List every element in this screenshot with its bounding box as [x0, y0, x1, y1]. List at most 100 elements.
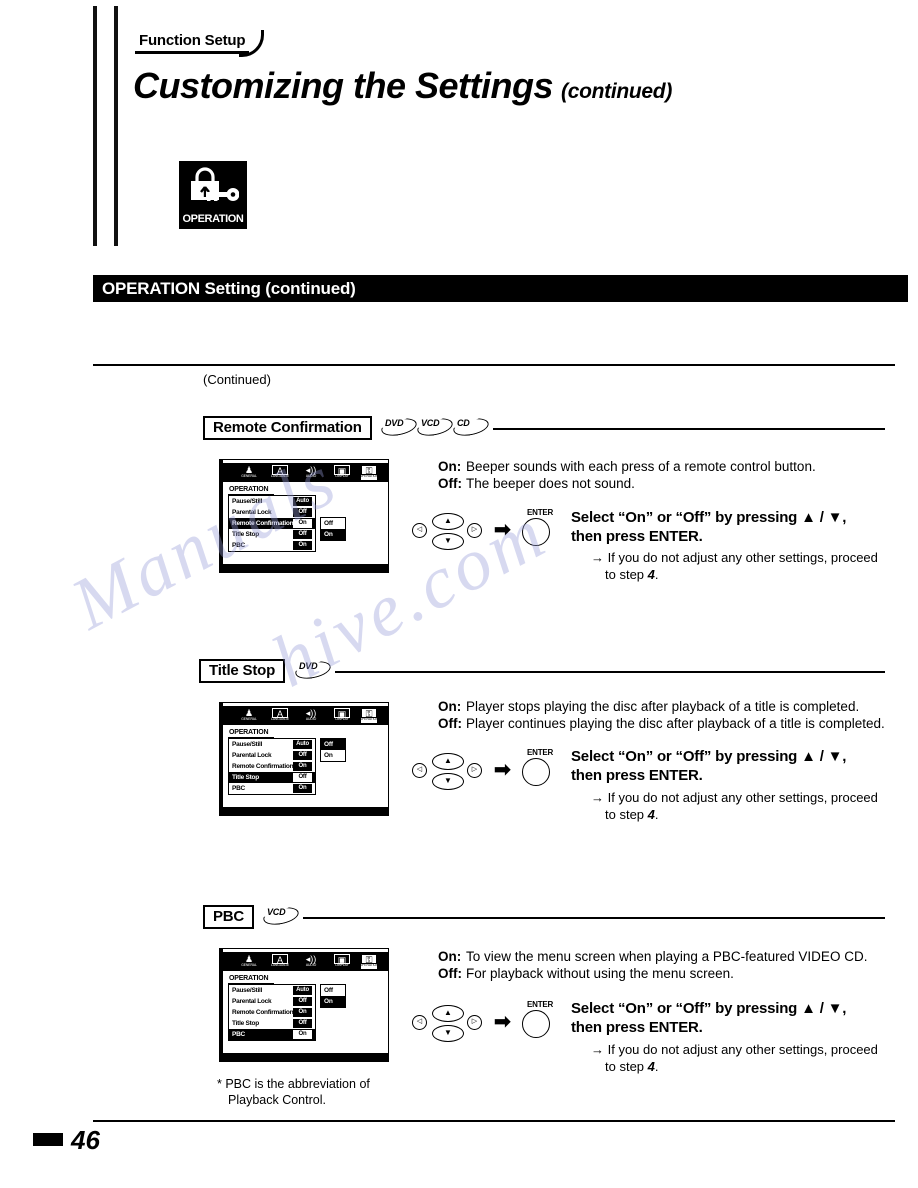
right-arrow-button[interactable]: ▷: [467, 1015, 482, 1030]
osd-popup-options[interactable]: Off On: [320, 984, 346, 1008]
osd-screen-title: OPERATION: [229, 975, 269, 982]
display-icon[interactable]: ▣ DISPLAY: [334, 954, 350, 969]
osd-popup-options[interactable]: Off On: [320, 738, 346, 762]
popup-option-off[interactable]: Off: [321, 985, 345, 996]
osd-settings-list[interactable]: Pause/Still Auto Parental Lock Off Remot…: [228, 495, 316, 552]
page-title-main: Customizing the Settings: [133, 65, 554, 106]
down-arrow-button[interactable]: ▼: [432, 1025, 464, 1042]
instruction-pbc: Select “On” or “Off” by pressing ▲ / ▼, …: [571, 999, 846, 1037]
substep-suffix: .: [654, 567, 659, 582]
general-icon[interactable]: ♟ GENERAL: [241, 465, 257, 480]
substep-suffix: .: [654, 807, 659, 822]
audio-icon[interactable]: ◂)) AUDIO: [303, 465, 319, 480]
osd-row-parental-lock[interactable]: Parental Lock Off: [229, 750, 315, 761]
osd-icon-bar[interactable]: ♟ GENERAL A LANGUAGE ◂)) AUDIO ▣ DISPLAY…: [223, 706, 388, 725]
description-label-on: On:: [438, 949, 462, 964]
osd-settings-list[interactable]: Pause/Still Auto Parental Lock Off Remot…: [228, 738, 316, 795]
substep-pbc: → If you do not adjust any other setting…: [591, 1041, 878, 1075]
left-arrow-button[interactable]: ◁: [412, 1015, 427, 1030]
disc-badge-label: VCD: [267, 907, 286, 917]
osd-row-parental-lock[interactable]: Parental Lock Off: [229, 507, 315, 518]
up-arrow-button[interactable]: ▲: [432, 753, 464, 770]
remote-key-diagram-0: ◁ ▲ ▼ ▷ ➡ ENTER: [412, 508, 562, 554]
up-arrow-button[interactable]: ▲: [432, 513, 464, 530]
operation-icon[interactable]: ⚿ OPERATION: [360, 954, 379, 969]
operation-icon[interactable]: ⚿ OPERATION: [360, 465, 379, 480]
osd-icon-bar[interactable]: ♟ GENERAL A LANGUAGE ◂)) AUDIO ▣ DISPLAY…: [223, 952, 388, 971]
description-off-pbc: Off: For playback without using the menu …: [438, 965, 734, 982]
display-icon[interactable]: ▣ DISPLAY: [334, 708, 350, 723]
osd-row-pause-still[interactable]: Pause/Still Auto: [229, 985, 315, 996]
remote-key-diagram-2: ◁ ▲ ▼ ▷ ➡ ENTER: [412, 1000, 562, 1046]
popup-option-on[interactable]: On: [321, 996, 345, 1007]
osd-row-pause-still[interactable]: Pause/Still Auto: [229, 739, 315, 750]
osd-row-value: Auto: [293, 740, 312, 749]
osd-row-pause-still[interactable]: Pause/Still Auto: [229, 496, 315, 507]
osd-row-value: On: [293, 1008, 312, 1017]
general-icon[interactable]: ♟ GENERAL: [241, 954, 257, 969]
instruction-line-1: Select “On” or “Off” by pressing ▲ / ▼,: [571, 1000, 847, 1017]
disc-badge-label: DVD: [299, 661, 318, 671]
language-icon[interactable]: A LANGUAGE: [271, 708, 289, 723]
osd-screen-title: OPERATION: [229, 486, 269, 493]
down-arrow-button[interactable]: ▼: [432, 773, 464, 790]
osd-row-title-stop[interactable]: Title Stop Off: [229, 529, 315, 540]
osd-row-pbc[interactable]: PBC On: [229, 1029, 315, 1040]
enter-button-label: ENTER: [527, 748, 554, 757]
audio-icon-label: AUDIO: [305, 963, 317, 967]
osd-row-remote-confirmation[interactable]: Remote Confirmation On: [229, 518, 315, 529]
osd-row-label: Parental Lock: [232, 752, 272, 759]
bottom-divider-rule: [93, 1120, 895, 1122]
osd-row-remote-confirmation[interactable]: Remote Confirmation On: [229, 761, 315, 772]
popup-option-off[interactable]: Off: [321, 739, 345, 750]
osd-popup-options[interactable]: Off On: [320, 517, 346, 541]
pbc-footnote-line-2: Playback Control.: [228, 1093, 326, 1107]
function-setup-curve: [239, 30, 264, 57]
osd-row-pbc[interactable]: PBC On: [229, 540, 315, 551]
flow-arrow-icon: ➡: [494, 1011, 511, 1033]
language-icon[interactable]: A LANGUAGE: [271, 465, 289, 480]
pbc-footnote: * PBC is the abbreviation of Playback Co…: [217, 1076, 370, 1108]
osd-row-value: Off: [293, 508, 312, 517]
general-icon-label: GENERAL: [241, 474, 257, 478]
general-icon[interactable]: ♟ GENERAL: [241, 708, 257, 723]
down-arrow-button[interactable]: ▼: [432, 533, 464, 550]
description-label-on: On:: [438, 459, 462, 474]
language-icon[interactable]: A LANGUAGE: [271, 954, 289, 969]
flow-arrow-icon: ➡: [494, 759, 511, 781]
osd-row-title-stop[interactable]: Title Stop Off: [229, 772, 315, 783]
display-icon[interactable]: ▣ DISPLAY: [334, 465, 350, 480]
instruction-line-1: Select “On” or “Off” by pressing ▲ / ▼,: [571, 509, 847, 526]
right-arrow-button[interactable]: ▷: [467, 763, 482, 778]
instruction-title-stop: Select “On” or “Off” by pressing ▲ / ▼, …: [571, 747, 846, 785]
padlock-key-icon: [191, 167, 239, 201]
osd-row-title-stop[interactable]: Title Stop Off: [229, 1018, 315, 1029]
substep-step-number: 4: [647, 567, 655, 582]
disc-badge-label: DVD: [385, 418, 404, 428]
osd-row-value: Off: [293, 530, 312, 539]
osd-row-pbc[interactable]: PBC On: [229, 783, 315, 794]
osd-row-remote-confirmation[interactable]: Remote Confirmation On: [229, 1007, 315, 1018]
popup-option-off[interactable]: Off: [321, 518, 345, 529]
osd-row-label: Remote Confirmation: [232, 520, 294, 527]
function-setup-tab: Function Setup: [135, 30, 264, 57]
instruction-line-2: then press ENTER.: [571, 1019, 703, 1036]
popup-option-on[interactable]: On: [321, 529, 345, 540]
enter-button-label: ENTER: [527, 1000, 554, 1009]
osd-settings-list[interactable]: Pause/Still Auto Parental Lock Off Remot…: [228, 984, 316, 1041]
audio-icon[interactable]: ◂)) AUDIO: [303, 954, 319, 969]
up-arrow-button[interactable]: ▲: [432, 1005, 464, 1022]
osd-icon-bar[interactable]: ♟ GENERAL A LANGUAGE ◂)) AUDIO ▣ DISPLAY…: [223, 463, 388, 482]
osd-row-value: On: [293, 762, 312, 771]
right-arrow-button[interactable]: ▷: [467, 523, 482, 538]
function-setup-label: Function Setup: [139, 32, 246, 49]
popup-option-on[interactable]: On: [321, 750, 345, 761]
left-arrow-button[interactable]: ◁: [412, 763, 427, 778]
enter-button-circle: [522, 518, 550, 546]
operation-icon[interactable]: ⚿ OPERATION: [360, 708, 379, 723]
audio-icon[interactable]: ◂)) AUDIO: [303, 708, 319, 723]
general-icon-label: GENERAL: [241, 963, 257, 967]
left-arrow-button[interactable]: ◁: [412, 523, 427, 538]
description-on-remote-confirmation: On: Beeper sounds with each press of a re…: [438, 458, 816, 475]
osd-row-parental-lock[interactable]: Parental Lock Off: [229, 996, 315, 1007]
